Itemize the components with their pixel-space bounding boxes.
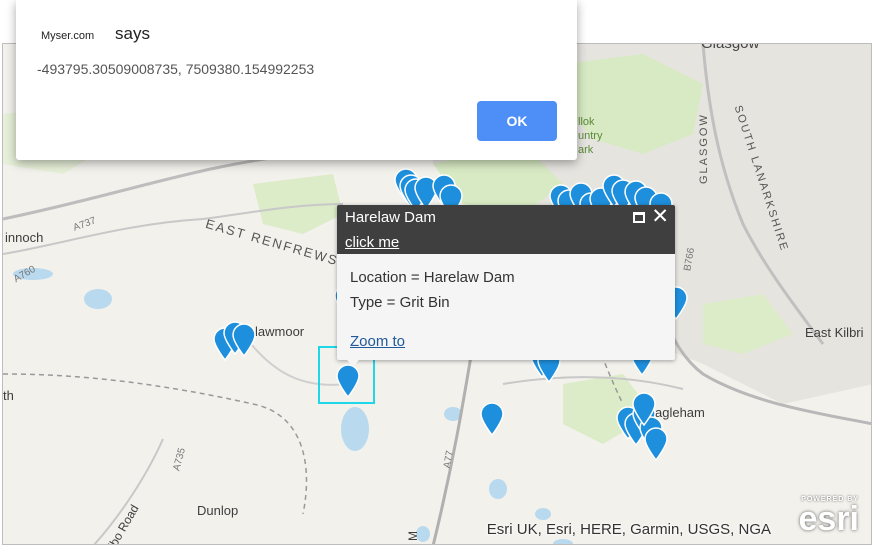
label-glasgow-vertical: GLASGOW	[698, 113, 710, 184]
label-m: M	[406, 531, 420, 541]
map-marker-pin-icon[interactable]	[479, 402, 505, 437]
ok-button[interactable]: OK	[477, 101, 557, 141]
popup-body: Location = Harelaw Dam Type = Grit Bin	[337, 254, 675, 334]
popup-pointer	[343, 355, 363, 367]
label-dunlop: Dunlop	[197, 503, 239, 518]
label-pollok: llok	[578, 116, 595, 128]
alert-dialog: Myser.com says -493795.30509008735, 7509…	[16, 0, 577, 160]
label-th: th	[3, 388, 14, 403]
map-marker-pin-icon[interactable]	[631, 392, 657, 427]
zoom-to-link[interactable]: Zoom to	[350, 333, 405, 350]
dialog-says: says	[115, 24, 150, 43]
label-country: untry	[578, 130, 603, 142]
close-icon[interactable]: ✕	[651, 206, 669, 228]
map-marker-pin-icon[interactable]	[643, 427, 669, 462]
label-park: ark	[578, 144, 594, 156]
label-lawmoor: lawmoor	[255, 324, 305, 339]
label-east-kilbride: East Kilbri	[805, 325, 864, 340]
popup-location: Location = Harelaw Dam	[350, 269, 515, 286]
map-marker-pin-icon[interactable]	[231, 323, 257, 358]
esri-logo[interactable]: POWERED BY esri	[783, 494, 863, 538]
label-glasgow-top: Glasgow	[701, 43, 760, 52]
popup-type: Type = Grit Bin	[350, 294, 450, 311]
label-inchinnan: innoch	[5, 230, 44, 245]
map-attribution: Esri UK, Esri, HERE, Garmin, USGS, NGA	[486, 521, 771, 538]
popup-click-me-link[interactable]: click me	[345, 234, 399, 251]
esri-logo-text: esri	[798, 500, 860, 538]
popup-header: Harelaw Dam click me ✕	[337, 205, 675, 254]
feature-popup: Harelaw Dam click me ✕ Location = Harela…	[337, 205, 675, 367]
maximize-icon[interactable]	[633, 212, 645, 223]
dialog-message: -493795.30509008735, 7509380.154992253	[37, 61, 315, 77]
dialog-origin: Myser.com	[41, 30, 95, 42]
popup-title: Harelaw Dam	[345, 209, 436, 226]
